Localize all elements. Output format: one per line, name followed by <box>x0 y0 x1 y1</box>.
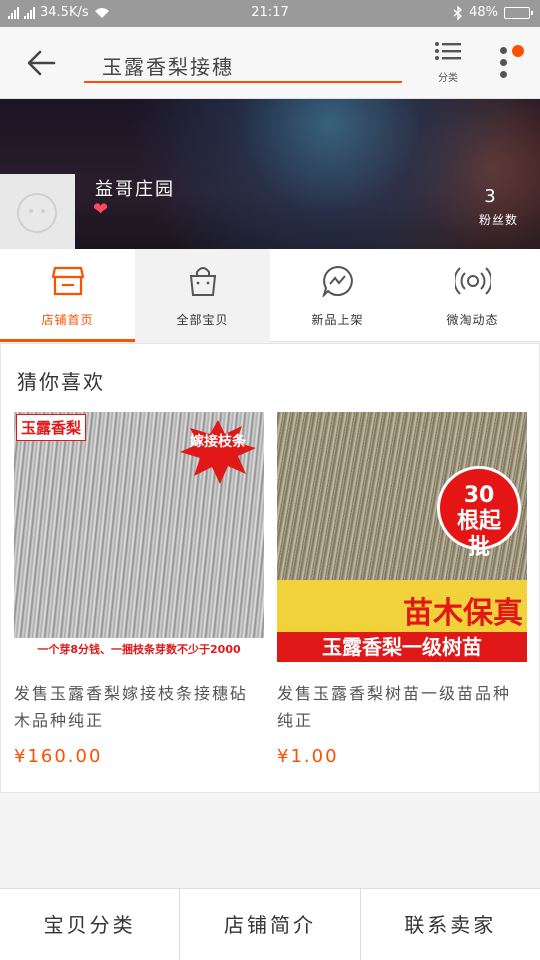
status-bar: 34.5K/s 21:17 48% <box>0 0 540 27</box>
tab-label: 微淘动态 <box>446 313 499 327</box>
product-card[interactable]: 玉露香梨 嫁接枝条 一个芽8分钱、一捆枝条芽数不少于2000 发售玉露香梨嫁接枝… <box>14 412 264 767</box>
top-nav: 玉露香梨接穗 分类 <box>0 27 540 99</box>
min-order-text: 30根起批 <box>456 483 501 560</box>
category-button[interactable]: 分类 <box>426 41 470 87</box>
battery-icon <box>504 6 533 19</box>
store-icon <box>51 266 84 296</box>
search-input-value: 玉露香梨接穗 <box>102 55 234 79</box>
more-menu-button[interactable] <box>490 41 524 83</box>
burst-text: 嫁接枝条 <box>190 434 246 450</box>
shop-tabs: 店铺首页 全部宝贝 新品上架 微淘动态 <box>0 249 540 342</box>
shop-name: 益哥庄园 <box>95 179 175 200</box>
tab-all-items[interactable]: 全部宝贝 <box>135 249 270 342</box>
more-dots-icon <box>500 71 507 78</box>
product-price: ¥160.00 <box>14 746 103 767</box>
battery-percent: 48% <box>469 5 498 20</box>
starburst-icon <box>180 420 256 484</box>
more-dots-icon <box>500 59 507 66</box>
notification-badge <box>512 45 524 57</box>
product-price: ¥1.00 <box>277 746 339 767</box>
tab-new-arrivals[interactable]: 新品上架 <box>270 249 405 342</box>
status-right: 48% <box>453 5 533 20</box>
tab-label: 全部宝贝 <box>176 313 229 327</box>
quality-banner: 苗木保真 <box>277 580 527 632</box>
shop-banner: 益哥庄园 ❤ 3 粉丝数 <box>0 99 540 249</box>
bottom-item-contact-seller[interactable]: 联系卖家 <box>361 889 540 960</box>
bottom-item-shop-intro[interactable]: 店铺简介 <box>180 889 361 960</box>
heart-icon: ❤ <box>93 199 109 220</box>
product-title[interactable]: 发售玉露香梨树苗一级苗品种纯正 <box>277 680 527 734</box>
image-caption: 玉露香梨一级树苗 <box>277 632 527 662</box>
more-dots-icon <box>500 47 507 54</box>
product-image[interactable]: 玉露香梨 嫁接枝条 一个芽8分钱、一捆枝条芽数不少于2000 <box>14 412 264 662</box>
burst-badge: 嫁接枝条 <box>180 420 256 484</box>
category-label: 分类 <box>438 73 458 84</box>
shopping-bag-icon <box>189 267 216 296</box>
tab-shop-home[interactable]: 店铺首页 <box>0 249 135 342</box>
tab-label: 新品上架 <box>311 313 364 327</box>
quality-text: 苗木保真 <box>403 596 523 631</box>
bluetooth-icon <box>453 5 463 20</box>
image-caption: 一个芽8分钱、一捆枝条芽数不少于2000 <box>14 638 264 662</box>
image-tag: 玉露香梨 <box>16 414 87 441</box>
shop-avatar[interactable] <box>0 174 75 249</box>
product-card[interactable]: 30根起批 苗木保真 玉露香梨一级树苗 发售玉露香梨树苗一级苗品种纯正 ¥1.0… <box>277 412 527 767</box>
product-image[interactable]: 30根起批 苗木保真 玉露香梨一级树苗 <box>277 412 527 662</box>
back-arrow-icon <box>27 50 56 76</box>
tab-label: 店铺首页 <box>41 313 94 327</box>
product-title[interactable]: 发售玉露香梨嫁接枝条接穗砧木品种纯正 <box>14 680 264 734</box>
bottom-bar: 宝贝分类 店铺简介 联系卖家 <box>0 888 540 960</box>
search-input[interactable]: 玉露香梨接穗 <box>84 41 402 83</box>
fans-label: 粉丝数 <box>478 213 518 227</box>
fans-count: 3 <box>484 186 496 207</box>
recommendations-section: 猜你喜欢 玉露香梨 嫁接枝条 一个芽8分钱、一捆枝条芽数不少于2000 发售玉露… <box>0 343 540 793</box>
list-icon <box>435 42 461 60</box>
tab-weitao-updates[interactable]: 微淘动态 <box>405 249 540 342</box>
new-arrival-icon <box>321 265 353 297</box>
broadcast-icon <box>454 267 491 295</box>
avatar-placeholder-icon <box>17 193 57 233</box>
min-order-badge: 30根起批 <box>437 466 521 560</box>
bottom-item-categories[interactable]: 宝贝分类 <box>0 889 181 960</box>
section-title: 猜你喜欢 <box>17 370 105 394</box>
back-button[interactable] <box>24 47 58 79</box>
